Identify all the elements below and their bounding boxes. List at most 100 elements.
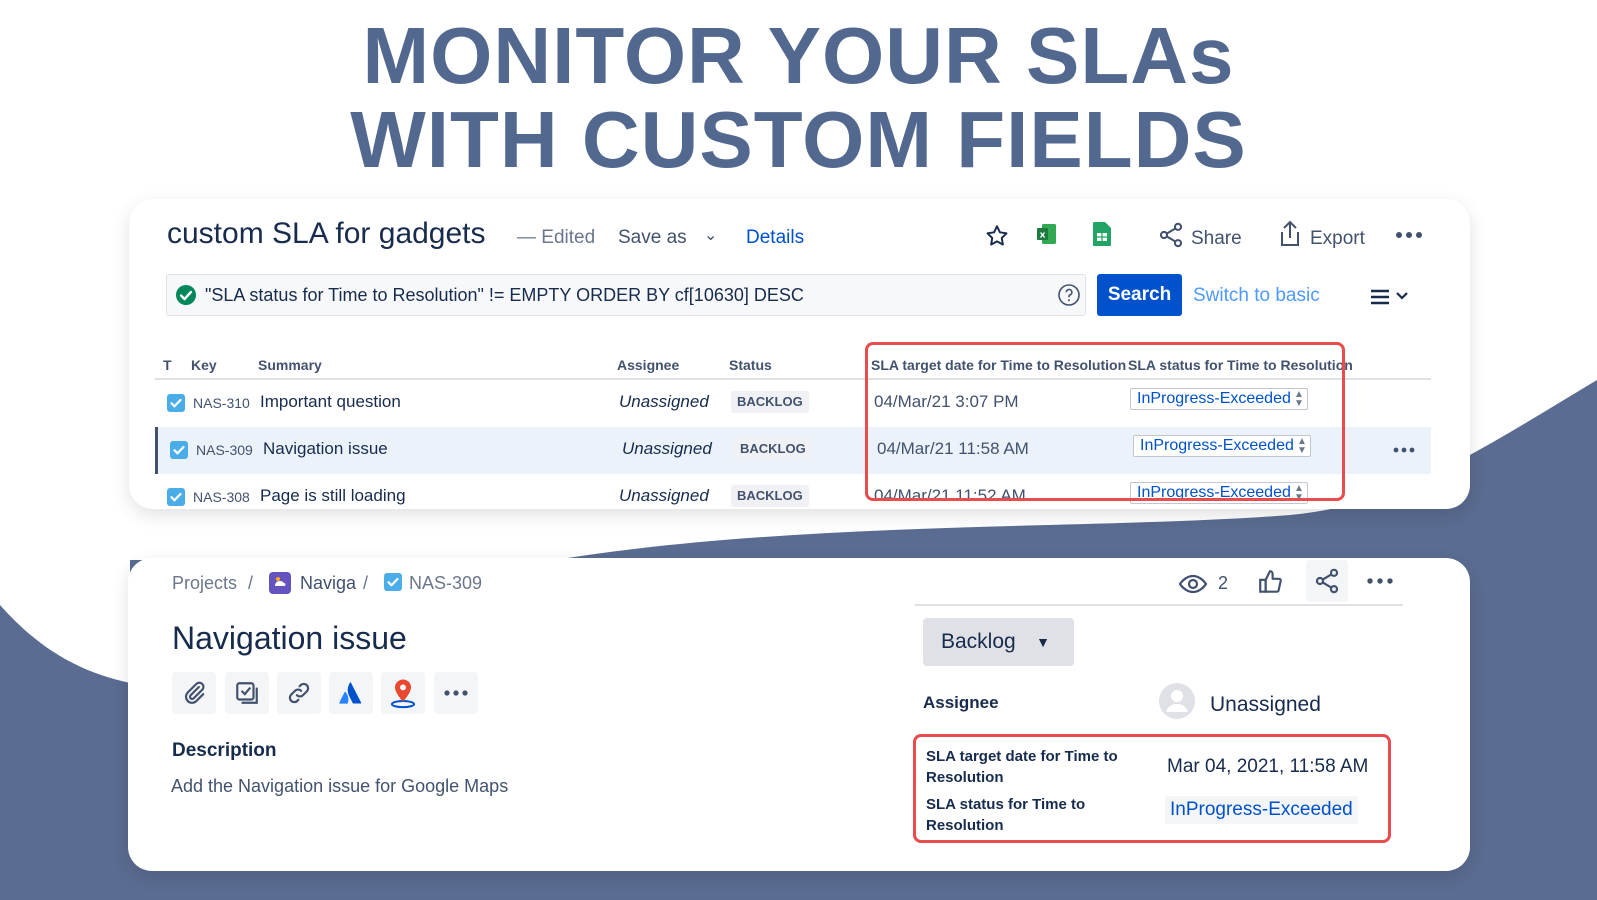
sla-target-cell: 04/Mar/21 11:52 AM	[874, 486, 1026, 505]
excel-icon[interactable]: x	[1035, 221, 1059, 247]
row-more-icon[interactable]	[1390, 440, 1418, 460]
list-view-icon[interactable]	[1369, 285, 1411, 307]
watchers-count[interactable]: 2	[1218, 573, 1228, 594]
avatar[interactable]	[1158, 682, 1196, 720]
issue-summary-link[interactable]: Page is still loading	[260, 486, 406, 506]
valid-check-icon	[176, 285, 196, 305]
table-row[interactable]: NAS-310 Important question Unassigned BA…	[155, 380, 1431, 427]
filter-title: custom SLA for gadgets	[167, 217, 486, 250]
column-header-assignee[interactable]: Assignee	[617, 357, 679, 373]
column-header-type[interactable]: T	[163, 357, 172, 373]
jql-query-input[interactable]: "SLA status for Time to Resolution" != E…	[166, 274, 1086, 316]
issue-summary-link[interactable]: Important question	[260, 392, 401, 412]
atlassian-icon	[339, 682, 362, 704]
issue-title[interactable]: Navigation issue	[172, 620, 407, 657]
sla-status-value[interactable]: InProgress-Exceeded	[1165, 796, 1358, 824]
breadcrumb-projects[interactable]: Projects	[172, 573, 237, 594]
edited-indicator: — Edited	[517, 227, 596, 248]
table-row[interactable]: NAS-308 Page is still loading Unassigned…	[155, 474, 1431, 509]
sla-target-label: SLA target date for Time to Resolution	[926, 748, 1118, 786]
task-type-icon	[170, 441, 188, 459]
column-header-sla-status[interactable]: SLA status for Time to Resolution	[1128, 357, 1353, 373]
save-as-button[interactable]: Save as	[618, 227, 687, 249]
column-header-status[interactable]: Status	[729, 357, 772, 373]
attach-button[interactable]	[172, 672, 216, 714]
jql-query-text: "SLA status for Time to Resolution" != E…	[205, 285, 804, 305]
spinner-arrows-icon: ▲ ▼	[1296, 436, 1307, 456]
assignee-cell: Unassigned	[619, 392, 709, 411]
more-actions-button[interactable]	[434, 672, 478, 714]
status-transition-button[interactable]: Backlog ▼	[923, 618, 1074, 666]
share-button[interactable]: Share	[1191, 228, 1242, 250]
status-badge: BACKLOG	[734, 438, 812, 460]
google-sheets-icon[interactable]	[1091, 221, 1113, 247]
more-icon	[444, 690, 468, 696]
switch-to-basic-link[interactable]: Switch to basic	[1193, 285, 1320, 307]
breadcrumb-separator: /	[363, 573, 369, 593]
add-subtask-button[interactable]	[225, 672, 269, 714]
breadcrumb-separator: /	[248, 573, 254, 593]
column-header-sla-target[interactable]: SLA target date for Time to Resolution	[871, 357, 1126, 373]
assignee-cell: Unassigned	[622, 439, 712, 458]
spinner-arrows-icon: ▲ ▼	[1293, 483, 1304, 503]
sla-status-value: InProgress-Exceeded	[1140, 437, 1294, 454]
chevron-down-icon[interactable]: ⌄	[704, 225, 717, 245]
project-avatar-icon	[269, 572, 291, 594]
headline-line-1: MONITOR YOUR SLAs	[362, 11, 1235, 100]
sla-status-select[interactable]: InProgress-Exceeded ▲ ▼	[1130, 388, 1308, 410]
headline: MONITOR YOUR SLAs WITH CUSTOM FIELDS	[0, 14, 1597, 182]
column-header-key[interactable]: Key	[191, 357, 217, 373]
share-icon[interactable]	[1156, 220, 1186, 250]
status-label: Backlog	[941, 630, 1016, 653]
link-issue-button[interactable]	[277, 672, 321, 714]
location-app-button[interactable]	[381, 672, 425, 714]
map-pin-icon	[390, 679, 416, 709]
sla-status-select[interactable]: InProgress-Exceeded ▲ ▼	[1133, 435, 1311, 457]
attachment-icon	[184, 681, 205, 704]
description-text[interactable]: Add the Navigation issue for Google Maps	[171, 776, 508, 797]
sla-status-select[interactable]: InProgress-Exceeded ▲ ▼	[1130, 482, 1308, 504]
atlassian-app-button[interactable]	[329, 672, 373, 714]
sla-target-value: Mar 04, 2021, 11:58 AM	[1167, 756, 1369, 777]
export-icon[interactable]	[1276, 219, 1304, 249]
issue-summary-link[interactable]: Navigation issue	[263, 439, 388, 459]
column-header-summary[interactable]: Summary	[258, 357, 322, 373]
sla-target-cell: 04/Mar/21 3:07 PM	[874, 392, 1019, 411]
thumbs-up-icon[interactable]	[1258, 568, 1284, 596]
subtask-icon	[236, 682, 258, 704]
details-link[interactable]: Details	[746, 227, 804, 249]
export-button[interactable]: Export	[1310, 228, 1365, 250]
assignee-cell: Unassigned	[619, 486, 709, 505]
sla-status-value: InProgress-Exceeded	[1137, 484, 1291, 501]
breadcrumb-issue-key[interactable]: NAS-309	[409, 573, 482, 594]
share-button[interactable]	[1306, 560, 1348, 602]
eye-icon[interactable]	[1178, 572, 1208, 596]
help-icon[interactable]	[1057, 283, 1081, 307]
task-type-icon	[167, 394, 185, 412]
assignee-label: Assignee	[923, 693, 999, 712]
issue-key-link[interactable]: NAS-308	[193, 489, 250, 505]
search-button[interactable]: Search	[1097, 274, 1182, 316]
status-badge: BACKLOG	[731, 391, 809, 413]
breadcrumb-project[interactable]: Naviga	[300, 573, 356, 594]
issue-key-link[interactable]: NAS-310	[193, 395, 250, 411]
spinner-arrows-icon: ▲ ▼	[1293, 389, 1304, 409]
share-icon	[1315, 568, 1339, 594]
svg-text:x: x	[1040, 231, 1046, 241]
sla-status-label: SLA status for Time to Resolution	[926, 796, 1086, 834]
headline-line-2: WITH CUSTOM FIELDS	[350, 95, 1247, 184]
task-type-icon	[384, 573, 402, 591]
more-icon[interactable]	[1391, 221, 1427, 249]
table-row[interactable]: NAS-309 Navigation issue Unassigned BACK…	[155, 427, 1431, 474]
issue-key-link[interactable]: NAS-309	[196, 442, 253, 458]
sla-status-value: InProgress-Exceeded	[1137, 390, 1291, 407]
star-icon[interactable]	[982, 221, 1012, 251]
link-icon	[288, 682, 310, 704]
assignee-value[interactable]: Unassigned	[1210, 693, 1321, 717]
more-icon[interactable]	[1364, 570, 1396, 592]
description-heading: Description	[172, 740, 277, 761]
sidebar-divider	[915, 604, 1403, 606]
chevron-down-icon: ▼	[1036, 634, 1050, 650]
filter-results-card: custom SLA for gadgets — Edited Save as …	[129, 199, 1470, 509]
issue-detail-card: Projects / Naviga / NAS-309 Navigation i…	[128, 558, 1470, 871]
